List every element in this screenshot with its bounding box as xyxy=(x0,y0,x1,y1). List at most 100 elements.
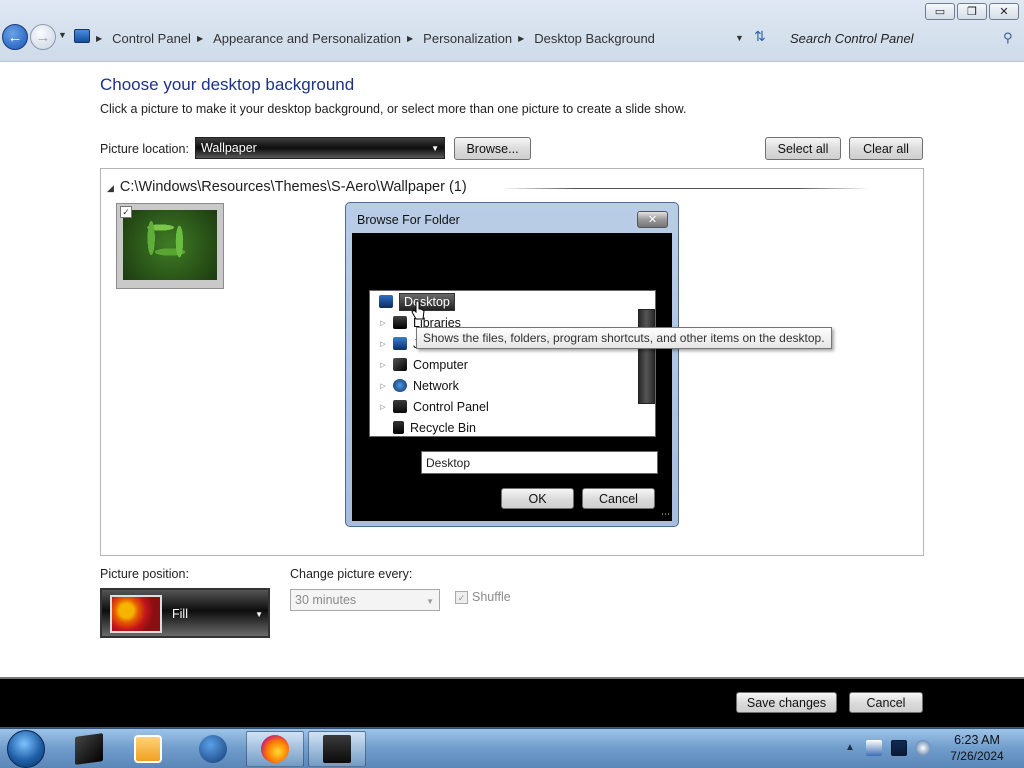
taskbar-firefox[interactable] xyxy=(246,731,304,767)
action-center-flag-icon[interactable] xyxy=(866,740,882,756)
wallpaper-thumbnail[interactable]: ✓ xyxy=(116,203,224,289)
picture-location-label: Picture location: xyxy=(100,142,189,156)
group-divider xyxy=(501,188,871,189)
libraries-icon xyxy=(393,316,407,329)
chevron-right-icon[interactable]: ▶ xyxy=(96,34,102,43)
internet-explorer-icon xyxy=(199,735,227,763)
chevron-down-icon: ▼ xyxy=(431,144,439,153)
forward-arrow-icon: → xyxy=(35,28,51,46)
taskbar-control-panel[interactable] xyxy=(308,731,366,767)
title-bar: ▭ ❐ ✕ ← → ▼ ▶ Control Panel ▶ Appearance… xyxy=(0,0,1024,62)
clock-date: 7/26/2024 xyxy=(950,749,1004,763)
taskbar-internet-explorer[interactable] xyxy=(184,731,242,767)
explorer-icon xyxy=(75,733,103,765)
select-all-button[interactable]: Select all xyxy=(765,137,841,160)
maximize-button[interactable]: ❐ xyxy=(957,3,987,20)
dialog-body: Desktop ▷ Libraries ▷ Jo ▷ Computer ▷ Ne… xyxy=(352,233,672,521)
address-dropdown-button[interactable]: ▼ xyxy=(735,33,744,43)
expand-triangle-icon[interactable]: ▷ xyxy=(377,319,389,327)
browse-button[interactable]: Browse... xyxy=(454,137,531,160)
taskbar-media-player[interactable] xyxy=(119,731,177,767)
network-tray-icon[interactable] xyxy=(915,740,931,756)
back-button[interactable]: ← xyxy=(2,24,28,50)
media-player-icon xyxy=(134,735,162,763)
expand-triangle-icon[interactable]: ▷ xyxy=(377,340,389,348)
user-folder-icon xyxy=(393,337,407,350)
taskbar: ▲ 6:23 AM 7/26/2024 xyxy=(0,728,1024,768)
dialog-cancel-button[interactable]: Cancel xyxy=(582,488,655,509)
picture-location-value: Wallpaper xyxy=(201,141,257,155)
chevron-right-icon[interactable]: ▶ xyxy=(407,34,413,43)
shuffle-checkbox[interactable]: ✓ Shuffle xyxy=(455,590,511,604)
tree-item-label: Desktop xyxy=(399,292,455,311)
breadcrumb-appearance[interactable]: Appearance and Personalization xyxy=(213,31,401,46)
firefox-icon xyxy=(261,735,289,763)
tree-item-network[interactable]: ▷ Network xyxy=(370,376,640,395)
group-path: C:\Windows\Resources\Themes\S-Aero\Wallp… xyxy=(119,179,467,195)
page-description: Click a picture to make it your desktop … xyxy=(100,102,687,116)
tree-item-control-panel[interactable]: ▷ Control Panel xyxy=(370,397,640,416)
cancel-button[interactable]: Cancel xyxy=(849,692,923,713)
chevron-down-icon: ▼ xyxy=(426,597,434,606)
tree-scrollbar[interactable] xyxy=(638,309,655,404)
breadcrumb-personalization[interactable]: Personalization xyxy=(423,31,512,46)
breadcrumb: ▶ Control Panel ▶ Appearance and Persona… xyxy=(96,29,655,47)
minimize-button[interactable]: ▭ xyxy=(925,3,955,20)
change-interval-select[interactable]: 30 minutes ▼ xyxy=(290,589,440,611)
collapse-triangle-icon[interactable]: ◢ xyxy=(107,183,114,193)
clock[interactable]: 6:23 AM 7/26/2024 xyxy=(937,732,1017,764)
page-title: Choose your desktop background xyxy=(100,75,355,94)
chevron-right-icon[interactable]: ▶ xyxy=(518,34,524,43)
expand-triangle-icon[interactable]: ▷ xyxy=(377,382,389,390)
dialog-close-button[interactable]: ✕ xyxy=(637,211,668,228)
checkbox-check-icon: ✓ xyxy=(455,590,468,604)
desktop-icon xyxy=(379,295,393,308)
refresh-icon[interactable]: ⇅ xyxy=(754,28,766,45)
picture-position-value: Fill xyxy=(172,607,188,621)
search-input[interactable]: Search Control Panel xyxy=(782,25,1022,51)
picture-position-select[interactable]: Fill ▼ xyxy=(100,588,270,638)
display-icon[interactable] xyxy=(891,740,907,756)
control-panel-icon xyxy=(323,735,351,763)
control-panel-icon xyxy=(74,29,90,43)
expand-triangle-icon[interactable]: ▷ xyxy=(377,361,389,369)
thumbnail-checkbox[interactable]: ✓ xyxy=(120,206,132,218)
ok-button[interactable]: OK xyxy=(501,488,574,509)
close-window-button[interactable]: ✕ xyxy=(989,3,1019,20)
recycle-bin-icon xyxy=(393,421,404,434)
change-interval-value: 30 minutes xyxy=(295,593,357,607)
show-hidden-icons-button[interactable]: ▲ xyxy=(845,742,855,753)
tree-item-recycle-bin[interactable]: Recycle Bin xyxy=(370,418,640,436)
wallpaper-image-leaves xyxy=(123,210,217,280)
expand-triangle-icon[interactable]: ▷ xyxy=(377,403,389,411)
recent-pages-dropdown[interactable]: ▼ xyxy=(58,30,67,40)
control-panel-icon xyxy=(393,400,407,413)
chevron-right-icon[interactable]: ▶ xyxy=(197,34,203,43)
picture-location-select[interactable]: Wallpaper ▼ xyxy=(195,137,445,159)
tree-item-label: Computer xyxy=(413,357,468,372)
network-icon xyxy=(393,379,407,392)
clock-time: 6:23 AM xyxy=(954,733,1000,747)
chevron-down-icon: ▼ xyxy=(255,610,263,619)
change-picture-label: Change picture every: xyxy=(290,567,413,581)
hand-cursor-icon xyxy=(411,300,425,320)
forward-button[interactable]: → xyxy=(30,24,56,50)
computer-icon xyxy=(393,358,407,371)
breadcrumb-control-panel[interactable]: Control Panel xyxy=(112,31,191,46)
dialog-title: Browse For Folder xyxy=(357,213,460,227)
tooltip: Shows the files, folders, program shortc… xyxy=(416,327,832,349)
position-preview-image xyxy=(110,595,162,633)
save-changes-button[interactable]: Save changes xyxy=(736,692,837,713)
picture-position-label: Picture position: xyxy=(100,567,189,581)
group-header[interactable]: ◢ C:\Windows\Resources\Themes\S-Aero\Wall… xyxy=(107,179,467,195)
browse-for-folder-dialog: Browse For Folder ✕ Desktop ▷ Libraries … xyxy=(345,202,679,527)
resize-grip-icon[interactable]: ⋯ xyxy=(661,509,670,520)
breadcrumb-desktop-background[interactable]: Desktop Background xyxy=(534,31,655,46)
tree-item-label: Network xyxy=(413,378,459,393)
folder-name-field[interactable]: Desktop xyxy=(421,451,658,474)
tree-item-computer[interactable]: ▷ Computer xyxy=(370,355,640,374)
search-icon[interactable]: ⚲ xyxy=(1003,30,1013,46)
start-button[interactable] xyxy=(7,730,45,768)
taskbar-explorer[interactable] xyxy=(60,731,118,767)
clear-all-button[interactable]: Clear all xyxy=(849,137,923,160)
